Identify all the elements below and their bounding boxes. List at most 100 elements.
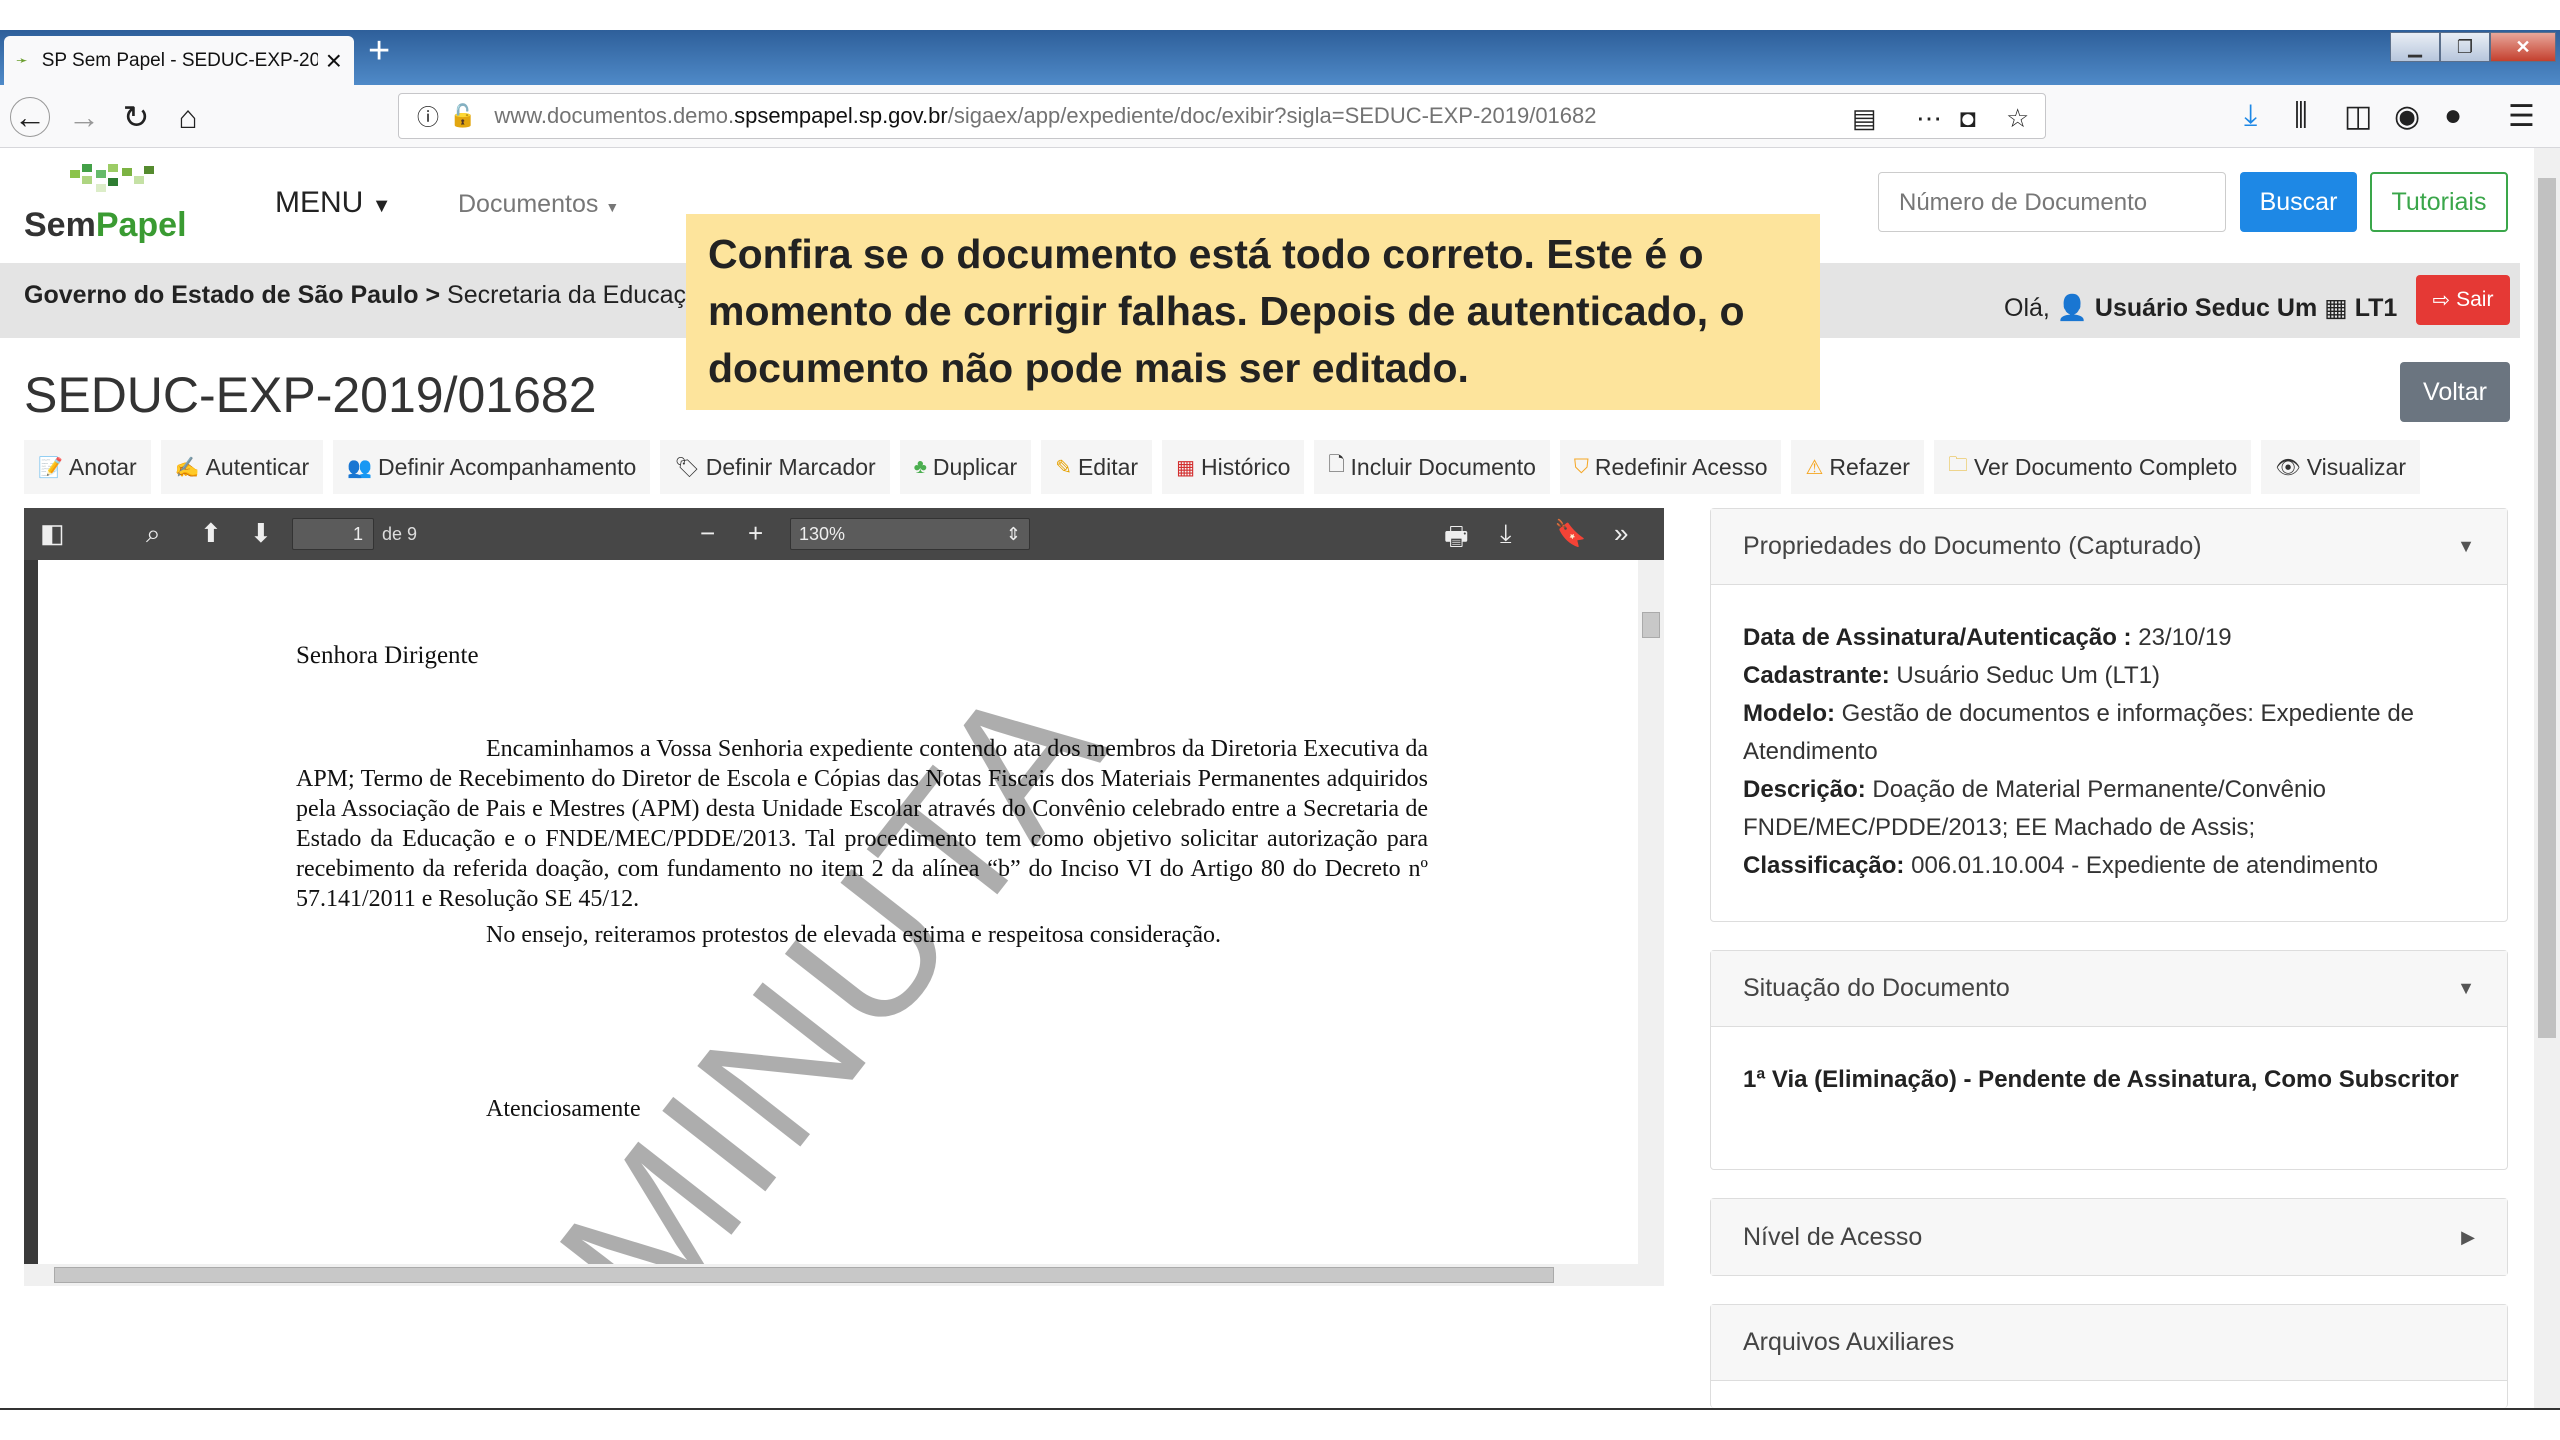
breadcrumb-current[interactable]: Secretaria da Educação (447, 281, 714, 309)
sidebar-toggle-icon[interactable]: ◧ (40, 518, 65, 549)
tutoriais-button[interactable]: Tutoriais (2370, 172, 2508, 232)
historico-button[interactable]: ▦ Histórico (1162, 440, 1315, 494)
tutorial-tooltip: Confira se o documento está todo correto… (686, 214, 1820, 410)
sidebar-icon[interactable]: ◫ (2344, 99, 2372, 134)
download-icon[interactable]: ⤓ (2244, 99, 2257, 133)
documentos-dropdown[interactable]: Documentos ▼ (458, 190, 619, 219)
insecure-lock-icon[interactable]: 🔓 (449, 103, 476, 129)
breadcrumb: Governo do Estado de São Paulo > Secreta… (24, 281, 714, 310)
folder-icon: 🗀 (1947, 454, 1968, 476)
new-tab-button[interactable]: + (368, 32, 390, 70)
duplicar-button[interactable]: ♣ Duplicar (899, 440, 1042, 494)
redefinir-acesso-button[interactable]: ⛉ Redefinir Acesso (1559, 440, 1792, 494)
scroll-thumb[interactable] (54, 1267, 1554, 1283)
account-icon[interactable]: ◉ (2394, 99, 2420, 134)
breadcrumb-root[interactable]: Governo do Estado de São Paulo (24, 281, 419, 309)
ver-documento-completo-button[interactable]: 🗀 Ver Documento Completo (1933, 440, 2262, 494)
browser-nav-bar: ← → ↻ ⌂ ⓘ 🔓 www.documentos.demo. spsempap… (0, 85, 2560, 148)
next-page-icon[interactable]: ⬇ (250, 518, 272, 549)
properties-header[interactable]: Propriedades do Documento (Capturado) ▼ (1711, 509, 2507, 585)
browser-tab[interactable]: ➛ SP Sem Papel - SEDUC-EXP-201 × (4, 36, 354, 85)
action-label: Visualizar (2306, 453, 2407, 480)
zoom-in-icon[interactable]: + (748, 518, 763, 549)
home-icon[interactable]: ⌂ (168, 97, 208, 137)
nivel-acesso-title: Nível de Acesso (1743, 1222, 1923, 1251)
zoom-out-icon[interactable]: − (700, 518, 715, 549)
document-actions-toolbar: 📝 Anotar ✍ Autenticar 👥 Definir Acompanhame… (24, 440, 2431, 494)
user-greeting: Olá, 👤 Usuário Seduc Um ▦ LT1 (2004, 293, 2397, 323)
minimize-window-button[interactable]: ▁ (2390, 32, 2440, 62)
search-icon[interactable]: ⌕ (146, 518, 161, 550)
duplicate-icon: ♣ (913, 455, 927, 478)
caret-down-icon: ▼ (2457, 536, 2475, 556)
page-number-input[interactable]: 1 (292, 518, 374, 550)
definir-acompanhamento-button[interactable]: 👥 Definir Acompanhamento (333, 440, 661, 494)
authenticate-icon: ✍ (174, 456, 200, 479)
action-label: Incluir Documento (1350, 453, 1536, 480)
sair-button[interactable]: ⇨ Sair (2416, 275, 2510, 325)
warning-icon: ⚠ (1805, 456, 1824, 479)
arquivos-header[interactable]: Arquivos Auxiliares (1711, 1305, 2507, 1381)
autenticar-button[interactable]: ✍ Autenticar (160, 440, 334, 494)
sempapel-logo[interactable]: SemPapel (24, 206, 187, 245)
modelo: Modelo: Gestão de documentos e informaçõ… (1743, 695, 2475, 771)
situacao-header[interactable]: Situação do Documento ▼ (1711, 951, 2507, 1027)
back-icon[interactable]: ← (10, 97, 50, 137)
previous-page-icon[interactable]: ⬆ (200, 518, 222, 549)
nivel-acesso-header[interactable]: Nível de Acesso ▶ (1711, 1199, 2507, 1275)
action-label: Definir Marcador (705, 453, 876, 480)
logo-papel: Papel (95, 206, 187, 244)
definir-marcador-button[interactable]: 🏷 Definir Marcador (660, 440, 900, 494)
visualizar-button[interactable]: 👁 Visualizar (2261, 440, 2431, 494)
user-lotacao: LT1 (2354, 294, 2398, 322)
sair-label: Sair (2456, 288, 2494, 311)
document-number-input[interactable]: Número de Documento (1878, 172, 2226, 232)
pdf-vertical-scrollbar[interactable] (1638, 560, 1664, 1264)
logo-sem: Sem (24, 206, 96, 244)
data-assinatura: Data de Assinatura/Autenticação : 23/10/… (1743, 619, 2475, 657)
editar-button[interactable]: ✎ Editar (1041, 440, 1163, 494)
caret-down-icon: ▼ (371, 195, 392, 217)
site-info-icon[interactable]: ⓘ (417, 100, 439, 132)
zoom-select[interactable]: 130% ⇕ (790, 518, 1030, 550)
refazer-button[interactable]: ⚠ Refazer (1791, 440, 1934, 494)
field-label: Modelo: (1743, 700, 1835, 727)
page-scroll-thumb[interactable] (2538, 178, 2556, 1038)
close-window-button[interactable]: ✕ (2490, 32, 2556, 62)
incluir-documento-button[interactable]: 🗋 Incluir Documento (1314, 440, 1560, 494)
pocket-icon[interactable]: ◘ (1960, 103, 1976, 134)
print-icon[interactable]: 🖶 (1444, 518, 1469, 562)
minuta-watermark: MINUTA (518, 638, 1148, 1264)
maximize-window-button[interactable]: ❐ (2440, 32, 2490, 62)
page-actions-icon[interactable]: ⋯ (1916, 103, 1942, 134)
field-value: Gestão de documentos e informações: Expe… (1743, 700, 2415, 765)
bookmark-icon[interactable]: 🔖 (1554, 518, 1586, 549)
reload-icon[interactable]: ↻ (116, 97, 156, 137)
situacao-title: Situação do Documento (1743, 974, 2010, 1002)
pencil-icon: ✎ (1055, 456, 1072, 479)
forward-icon[interactable]: → (64, 97, 104, 137)
descricao: Descrição: Doação de Material Permanente… (1743, 771, 2475, 847)
close-tab-icon[interactable]: × (326, 46, 342, 75)
classificacao: Classificação: 006.01.10.004 - Expedient… (1743, 847, 2475, 885)
anotar-button[interactable]: 📝 Anotar (24, 440, 161, 494)
voltar-button[interactable]: Voltar (2400, 362, 2510, 422)
main-menu-button[interactable]: MENU ▼ (275, 186, 391, 220)
bookmark-star-icon[interactable]: ☆ (2006, 103, 2029, 134)
hamburger-menu-icon[interactable]: ☰ (2508, 99, 2535, 134)
tab-title: SP Sem Papel - SEDUC-EXP-201 (41, 49, 318, 71)
scroll-thumb[interactable] (1642, 612, 1660, 638)
extension-icon[interactable]: ● (2444, 99, 2462, 133)
field-label: Cadastrante: (1743, 662, 1890, 689)
reader-view-icon[interactable]: ▤ (1852, 103, 1877, 134)
library-icon[interactable]: ⫼ (2294, 99, 2308, 133)
download-pdf-icon[interactable]: ⤓ (1500, 518, 1512, 550)
sempapel-logo-icon[interactable] (70, 164, 156, 204)
action-label: Ver Documento Completo (1973, 453, 2238, 480)
pdf-toolbar: ◧ ⌕ ⬆ ⬇ 1 de 9 − + 130% ⇕ 🖶 ⤓ 🔖 » (24, 508, 1664, 560)
select-arrows-icon: ⇕ (1005, 524, 1021, 544)
tools-chevron-icon[interactable]: » (1614, 518, 1628, 549)
url-bar[interactable]: ⓘ 🔓 www.documentos.demo. spsempapel.sp.go… (398, 93, 2046, 139)
pdf-horizontal-scrollbar[interactable] (24, 1264, 1664, 1286)
buscar-button[interactable]: Buscar (2240, 172, 2357, 232)
